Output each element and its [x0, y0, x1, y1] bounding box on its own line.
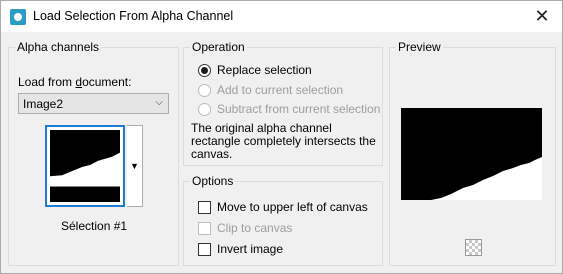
- title-bar: Load Selection From Alpha Channel ✕: [1, 1, 562, 32]
- selection-name: Sélection #1: [61, 219, 128, 233]
- checkbox-invert-image[interactable]: Invert image: [198, 242, 283, 256]
- load-from-document-label: Load from document:: [18, 75, 132, 89]
- chevron-down-icon: ⌵: [155, 97, 163, 108]
- checkerboard-icon[interactable]: [465, 239, 482, 256]
- radio-subtract-from-selection[interactable]: Subtract from current selection: [198, 102, 380, 116]
- checkbox-clip-to-canvas[interactable]: Clip to canvas: [198, 221, 292, 235]
- close-icon: ✕: [534, 6, 550, 26]
- preview-label: Preview: [396, 40, 443, 54]
- dialog-window: Load Selection From Alpha Channel ✕ Alph…: [0, 0, 563, 274]
- radio-button[interactable]: [198, 83, 211, 97]
- radio-button[interactable]: [198, 102, 211, 116]
- alpha-channels-label: Alpha channels: [15, 40, 102, 54]
- triangle-down-icon: ▼: [130, 161, 139, 171]
- checkbox[interactable]: [198, 221, 211, 235]
- operation-label: Operation: [190, 40, 247, 54]
- window-title: Load Selection From Alpha Channel: [33, 9, 234, 23]
- thumbnail-dropdown-button[interactable]: ▼: [127, 125, 143, 207]
- document-dropdown[interactable]: Image2 ⌵: [18, 93, 169, 114]
- radio-add-to-selection[interactable]: Add to current selection: [198, 83, 343, 97]
- radio-replace-label: Replace selection: [217, 63, 312, 77]
- app-icon: [10, 9, 26, 25]
- clip-to-canvas-label: Clip to canvas: [217, 221, 293, 235]
- operation-description: The original alpha channel rectangle com…: [191, 121, 376, 161]
- checkbox[interactable]: [198, 242, 211, 256]
- selection-thumbnail-image: [50, 130, 120, 202]
- invert-image-label: Invert image: [217, 242, 284, 256]
- close-button[interactable]: ✕: [522, 1, 562, 32]
- radio-add-label: Add to current selection: [217, 83, 344, 97]
- move-to-upper-left-label: Move to upper left of canvas: [217, 200, 368, 214]
- radio-subtract-label: Subtract from current selection: [217, 102, 381, 116]
- radio-replace-selection[interactable]: Replace selection: [198, 63, 312, 77]
- selection-thumbnail[interactable]: [45, 125, 125, 207]
- checkbox-move-to-upper-left[interactable]: Move to upper left of canvas: [198, 200, 368, 214]
- document-dropdown-value: Image2: [23, 96, 64, 111]
- preview-image: [401, 108, 542, 200]
- checkbox[interactable]: [198, 200, 211, 214]
- radio-button[interactable]: [198, 63, 211, 77]
- options-label: Options: [190, 174, 236, 188]
